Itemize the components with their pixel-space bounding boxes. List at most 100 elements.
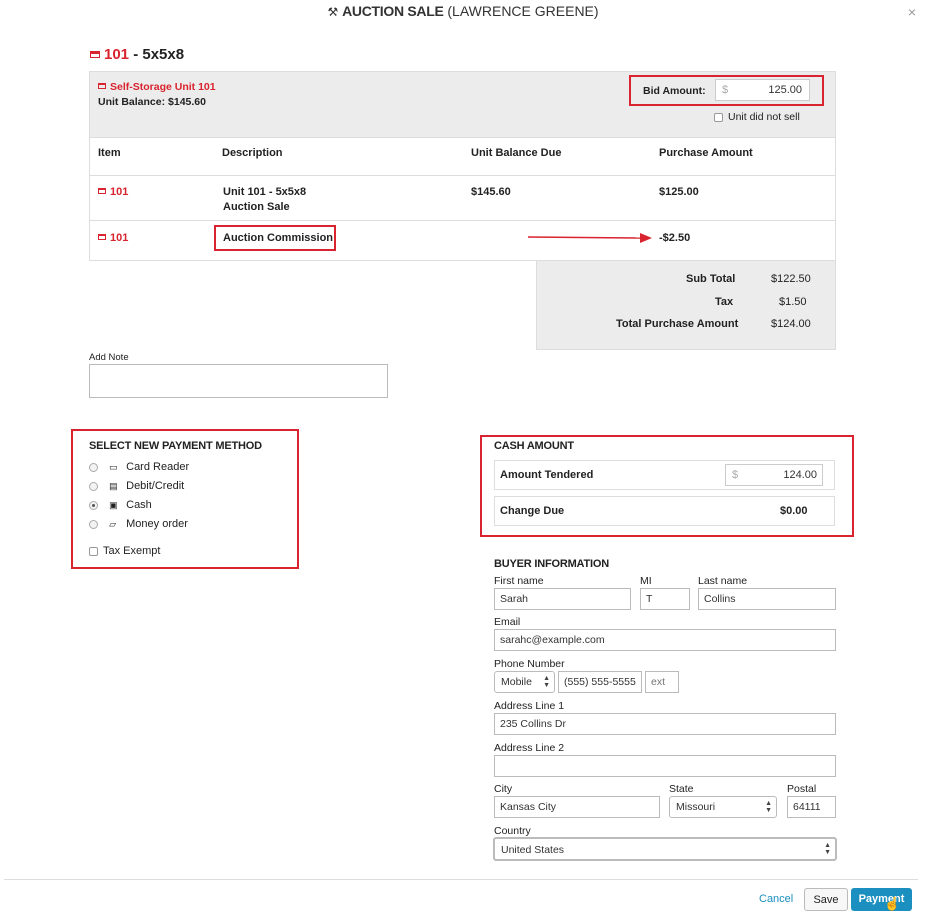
postal-input[interactable]: 64111	[787, 796, 836, 818]
unit-did-not-sell-label: Unit did not sell	[728, 111, 800, 123]
table-row-desc: Auction Commission	[223, 232, 334, 244]
credit-card-icon: ▤	[109, 481, 118, 491]
country-label: Country	[494, 825, 531, 837]
payment-option-label: Debit/Credit	[126, 480, 185, 492]
amount-tendered-label: Amount Tendered	[500, 469, 594, 481]
email-label: Email	[494, 616, 521, 628]
tax-exempt-checkbox[interactable]	[89, 546, 98, 556]
unit-heading: 101 - 5x5x8	[90, 46, 184, 63]
mi-label: MI	[640, 575, 652, 587]
city-label: City	[494, 783, 513, 795]
address2-label: Address Line 2	[494, 742, 565, 754]
money-order-icon: ▱	[109, 519, 116, 529]
item-number: 101	[110, 232, 129, 244]
state-label: State	[669, 783, 694, 795]
city-input[interactable]: Kansas City	[494, 796, 660, 818]
country-value: United States	[501, 844, 565, 856]
cash-amount-title: CASH AMOUNT	[494, 440, 574, 452]
payment-option-label: Money order	[126, 518, 188, 530]
unit-name: Self-Storage Unit 101	[98, 81, 216, 93]
tax-exempt-label: Tax Exempt	[103, 545, 161, 557]
table-row-purchase: $125.00	[659, 186, 699, 198]
first-name-label: First name	[494, 575, 544, 587]
address1-input[interactable]: 235 Collins Dr	[494, 713, 836, 735]
email-input[interactable]: sarahc@example.com	[494, 629, 836, 651]
table-row-item[interactable]: 101	[98, 232, 128, 244]
total-label: Total Purchase Amount	[616, 318, 739, 330]
change-due-value: $0.00	[780, 505, 808, 517]
tax-exempt[interactable]: Tax Exempt	[89, 545, 160, 557]
phone-type-select[interactable]: Mobile ▲ ▼	[494, 671, 555, 693]
col-header-balance-due: Unit Balance Due	[471, 147, 562, 159]
unit-did-not-sell-checkbox[interactable]	[714, 112, 723, 122]
payment-option-money-order[interactable]: ▱ Money order	[89, 518, 188, 530]
table-row-item[interactable]: 101	[98, 186, 128, 198]
storage-unit-icon	[98, 234, 106, 241]
modal-title-bold: AUCTION SALE	[342, 3, 444, 19]
unit-heading-size: - 5x5x8	[133, 46, 185, 63]
payment-option-debit-credit[interactable]: ▤ Debit/Credit	[89, 480, 184, 492]
phone-label: Phone Number	[494, 658, 565, 670]
modal-title: ⚒ AUCTION SALE (LAWRENCE GREENE)	[0, 3, 926, 19]
radio-button[interactable]	[89, 481, 98, 491]
radio-button-selected[interactable]	[89, 500, 98, 510]
save-button[interactable]: Save	[804, 888, 848, 911]
select-arrows-icon: ▲ ▼	[765, 800, 772, 814]
col-header-description: Description	[222, 147, 283, 159]
currency-symbol: $	[722, 84, 729, 96]
first-name-input[interactable]: Sarah	[494, 588, 631, 610]
modal-title-customer: (LAWRENCE GREENE)	[447, 3, 599, 19]
payment-method-title: SELECT NEW PAYMENT METHOD	[89, 440, 262, 452]
cancel-link[interactable]: Cancel	[759, 893, 793, 905]
radio-button[interactable]	[89, 519, 98, 529]
phone-ext-input[interactable]	[645, 671, 679, 693]
mi-input[interactable]: T	[640, 588, 690, 610]
close-icon[interactable]: ×	[908, 4, 916, 20]
postal-label: Postal	[787, 783, 817, 795]
unit-did-not-sell[interactable]: Unit did not sell	[714, 111, 800, 123]
buyer-info-title: BUYER INFORMATION	[494, 558, 609, 570]
card-reader-icon: ▭	[109, 462, 118, 472]
last-name-label: Last name	[698, 575, 748, 587]
payment-option-cash[interactable]: ▣ Cash	[89, 499, 152, 511]
address1-label: Address Line 1	[494, 700, 565, 712]
arrow-annotation-icon	[528, 233, 652, 243]
select-arrows-icon: ▲ ▼	[824, 842, 831, 856]
storage-unit-icon	[98, 83, 106, 90]
phone-type-value: Mobile	[501, 676, 532, 688]
storage-unit-icon	[90, 50, 100, 58]
note-label: Add Note	[89, 352, 129, 363]
table-row-desc-sub: Auction Sale	[223, 201, 290, 213]
subtotal-value: $122.50	[771, 273, 811, 285]
phone-input[interactable]: (555) 555-5555	[558, 671, 642, 693]
last-name-input[interactable]: Collins	[698, 588, 836, 610]
payment-button[interactable]: Payment	[851, 888, 912, 911]
bid-amount-input[interactable]: $ 125.00	[715, 79, 810, 101]
bid-amount-label: Bid Amount:	[643, 85, 706, 97]
tax-label: Tax	[715, 296, 734, 308]
payment-option-card-reader[interactable]: ▭ Card Reader	[89, 461, 189, 473]
amount-tendered-input[interactable]: $ 124.00	[725, 464, 823, 486]
footer-divider	[4, 879, 918, 880]
tax-value: $1.50	[779, 296, 807, 308]
modal-title-bar: ⚒ AUCTION SALE (LAWRENCE GREENE)	[0, 0, 926, 24]
item-number: 101	[110, 186, 129, 198]
unit-name-text: Self-Storage Unit 101	[110, 81, 216, 93]
payment-option-label: Cash	[126, 499, 152, 511]
country-select[interactable]: United States ▲ ▼	[493, 837, 837, 861]
unit-balance: Unit Balance: $145.60	[98, 96, 206, 108]
table-row-balance: $145.60	[471, 186, 511, 198]
unit-heading-number: 101	[104, 46, 130, 63]
payment-option-label: Card Reader	[126, 461, 190, 473]
subtotal-label: Sub Total	[686, 273, 736, 285]
address2-input[interactable]	[494, 755, 836, 777]
note-textarea[interactable]	[89, 364, 388, 398]
state-select[interactable]: Missouri ▲ ▼	[669, 796, 777, 818]
table-row-purchase: -$2.50	[659, 232, 691, 244]
col-header-purchase-amount: Purchase Amount	[659, 147, 753, 159]
table-row-desc: Unit 101 - 5x5x8	[223, 186, 307, 198]
radio-button[interactable]	[89, 462, 98, 472]
select-arrows-icon: ▲ ▼	[543, 675, 550, 689]
gavel-icon: ⚒	[327, 5, 339, 19]
bid-amount-value: 125.00	[768, 84, 802, 96]
